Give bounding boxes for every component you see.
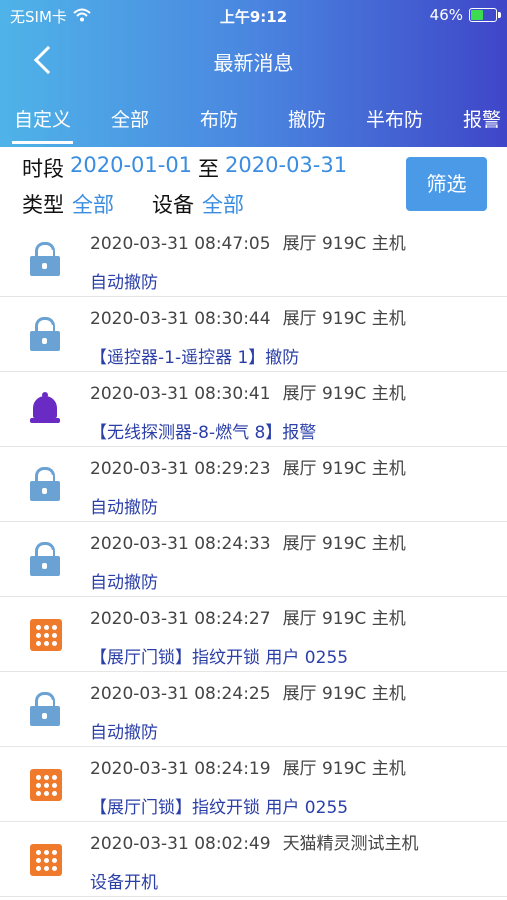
period-label: 时段: [22, 157, 64, 181]
message-device: 展厅 919C 主机: [282, 309, 406, 329]
message-text: 自动撤防: [90, 498, 158, 518]
tab-all[interactable]: 全部: [111, 103, 149, 147]
tab-custom[interactable]: 自定义: [11, 103, 74, 147]
list-item[interactable]: 2020-03-31 08:24:33 展厅 919C 主机自动撤防: [0, 522, 507, 597]
tab-arm[interactable]: 布防: [200, 103, 238, 147]
message-time: 2020-03-31 08:24:19: [90, 759, 271, 779]
device-label: 设备: [152, 193, 194, 217]
type-value[interactable]: 全部: [72, 189, 114, 219]
filter-panel: 时段 2020-01-01 至 2020-03-31 类型 全部 设备 全部 筛…: [0, 147, 507, 222]
battery-percent: 46%: [429, 6, 463, 24]
message-header: 2020-03-31 08:30:41 展厅 919C 主机: [90, 379, 406, 404]
message-header: 2020-03-31 08:24:19 展厅 919C 主机: [90, 754, 406, 779]
filter-button[interactable]: 筛选: [406, 157, 487, 211]
message-device: 展厅 919C 主机: [282, 384, 406, 404]
keypad-icon: [30, 617, 62, 651]
message-header: 2020-03-31 08:24:27 展厅 919C 主机: [90, 604, 406, 629]
message-time: 2020-03-31 08:29:23: [90, 459, 271, 479]
type-label: 类型: [22, 193, 64, 217]
bell-icon: [30, 392, 60, 426]
list-item[interactable]: 2020-03-31 08:02:49 天猫精灵测试主机设备开机: [0, 822, 507, 897]
lock-open-icon: [30, 242, 60, 276]
message-device: 天猫精灵测试主机: [282, 834, 419, 854]
list-item[interactable]: 2020-03-31 08:24:19 展厅 919C 主机【展厅门锁】指纹开锁 …: [0, 747, 507, 822]
page-title: 最新消息: [213, 51, 294, 75]
message-text: 自动撤防: [90, 573, 158, 593]
end-date[interactable]: 2020-03-31: [225, 153, 347, 183]
message-time: 2020-03-31 08:02:49: [90, 834, 271, 854]
list-item[interactable]: 2020-03-31 08:29:23 展厅 919C 主机自动撤防: [0, 447, 507, 522]
message-device: 展厅 919C 主机: [282, 759, 406, 779]
message-text: 设备开机: [90, 873, 158, 893]
message-time: 2020-03-31 08:24:27: [90, 609, 271, 629]
start-date[interactable]: 2020-01-01: [70, 153, 192, 183]
tab-bar: 自定义 全部 布防 撤防 半布防 报警: [0, 103, 507, 147]
message-list: 2020-03-31 08:47:05 展厅 919C 主机 自动撤防 2020-03…: [0, 222, 507, 897]
tab-alarm[interactable]: 报警: [463, 103, 501, 147]
message-text: 【展厅门锁】指纹开锁 用户 0255: [90, 798, 349, 818]
message-header: 2020-03-31 08:30:44 展厅 919C 主机: [90, 304, 406, 329]
message-device: 展厅 919C 主机: [282, 684, 406, 704]
list-item[interactable]: 2020-03-31 08:24:25 展厅 919C 主机自动撤防: [0, 672, 507, 747]
header: 无SIM卡 上午9:12 46% 最新消息 自定义 全部 布防 撤防 半布防 报…: [0, 0, 507, 147]
message-text: 自动撤防: [90, 273, 158, 293]
keypad-icon: [30, 767, 62, 801]
status-bar: 无SIM卡 上午9:12 46%: [0, 0, 507, 30]
lock-open-icon: [30, 692, 60, 726]
keypad-icon: [30, 842, 62, 876]
tab-disarm[interactable]: 撤防: [288, 103, 326, 147]
message-text: 【无线探测器-8-燃气 8】报警: [90, 423, 317, 443]
message-time: 2020-03-31 08:30:44: [90, 309, 271, 329]
message-text: 【遥控器-1-遥控器 1】撤防: [90, 348, 300, 368]
message-header: 2020-03-31 08:47:05 展厅 919C 主机: [90, 229, 406, 254]
device-value[interactable]: 全部: [202, 189, 244, 219]
lock-open-icon: [30, 317, 60, 351]
message-device: 展厅 919C 主机: [282, 534, 406, 554]
list-item[interactable]: 2020-03-31 08:30:41 展厅 919C 主机【无线探测器-8-燃气…: [0, 372, 507, 447]
list-item[interactable]: 2020-03-31 08:47:05 展厅 919C 主机自动撤防: [0, 222, 507, 297]
message-header: 2020-03-31 08:29:23 展厅 919C 主机: [90, 454, 406, 479]
list-item[interactable]: 2020-03-31 08:30:44 展厅 919C 主机【遥控器-1-遥控器 …: [0, 297, 507, 372]
to-label: 至: [198, 157, 220, 181]
message-time: 2020-03-31 08:47:05: [90, 234, 271, 254]
message-text: 自动撤防: [90, 723, 158, 743]
message-header: 2020-03-31 08:24:25 展厅 919C 主机: [90, 679, 406, 704]
message-time: 2020-03-31 08:24:25: [90, 684, 271, 704]
battery-icon: [469, 8, 501, 22]
message-device: 展厅 919C 主机: [282, 234, 406, 254]
lock-open-icon: [30, 542, 60, 576]
message-device: 展厅 919C 主机: [282, 459, 406, 479]
message-header: 2020-03-31 08:24:33 展厅 919C 主机: [90, 529, 406, 554]
message-time: 2020-03-31 08:30:41: [90, 384, 271, 404]
message-device: 展厅 919C 主机: [282, 609, 406, 629]
list-item[interactable]: 2020-03-31 08:24:27 展厅 919C 主机【展厅门锁】指纹开锁 …: [0, 597, 507, 672]
message-time: 2020-03-31 08:24:33: [90, 534, 271, 554]
lock-open-icon: [30, 467, 60, 501]
message-header: 2020-03-31 08:02:49 天猫精灵测试主机: [90, 829, 419, 854]
message-text: 【展厅门锁】指纹开锁 用户 0255: [90, 648, 349, 668]
tab-half-arm[interactable]: 半布防: [366, 103, 423, 147]
